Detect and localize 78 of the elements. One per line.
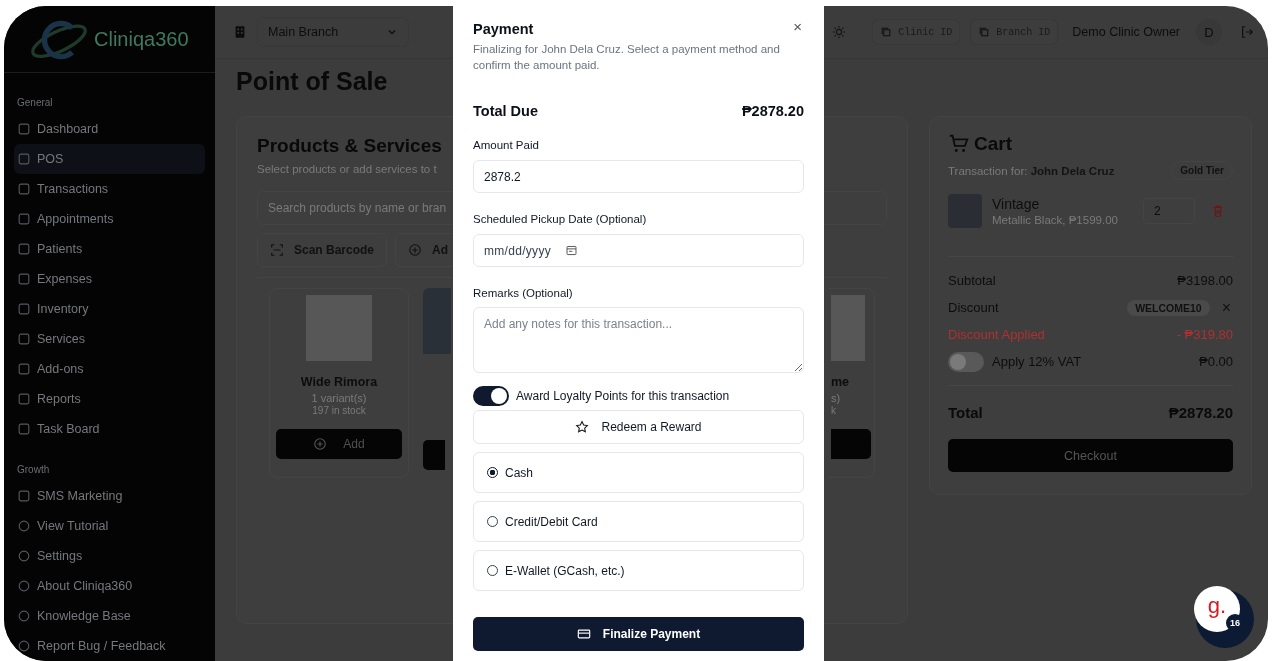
- sidebar-item[interactable]: Inventory: [14, 294, 205, 324]
- add-button[interactable]: Add: [276, 429, 402, 459]
- sidebar-item[interactable]: SMS Marketing: [14, 481, 205, 511]
- sidebar-item[interactable]: Transactions: [14, 174, 205, 204]
- close-button[interactable]: ×: [791, 19, 804, 34]
- sidebar-item[interactable]: About Cliniqa360: [14, 571, 205, 601]
- radio-button[interactable]: [487, 467, 498, 479]
- section-heading: General: [16, 96, 54, 110]
- star-icon: [575, 420, 590, 435]
- nav-icon: [17, 212, 31, 226]
- nav-icon: [17, 362, 31, 376]
- sidebar-item[interactable]: Settings: [14, 541, 205, 571]
- field-label: Scheduled Pickup Date (Optional): [473, 213, 648, 226]
- field-label: Amount Paid: [473, 139, 540, 152]
- variant-count: 1 variant(s): [311, 392, 367, 404]
- credit-card-icon: [576, 627, 591, 642]
- sidebar-item[interactable]: Patients: [14, 234, 205, 264]
- checkout-button[interactable]: Checkout: [948, 439, 1233, 472]
- field-label: Remarks (Optional): [473, 287, 574, 300]
- finalize-payment-button[interactable]: Finalize Payment: [473, 617, 804, 652]
- building-icon: [233, 25, 247, 39]
- nav-icon: [17, 579, 31, 593]
- plus-circle-icon: [408, 243, 423, 257]
- loyalty-label: Award Loyalty Points for this transaction: [516, 389, 730, 404]
- nav-icon: [17, 549, 31, 563]
- nav-icon: [17, 242, 31, 256]
- nav-icon: [17, 272, 31, 286]
- nav-icon: [17, 182, 31, 196]
- vat-toggle[interactable]: [948, 351, 984, 372]
- product-image-placeholder: [306, 295, 372, 361]
- sidebar-item[interactable]: Services: [14, 324, 205, 354]
- product-image-placeholder: [831, 295, 865, 361]
- nav-icon: [17, 152, 31, 166]
- section-heading: Growth: [16, 463, 51, 477]
- nav-icon: [17, 302, 31, 316]
- sidebar-item[interactable]: Add-ons: [14, 354, 205, 384]
- sidebar-item[interactable]: Task Board: [14, 414, 205, 444]
- sidebar-item[interactable]: View Tutorial: [14, 511, 205, 541]
- logo-text: Cliniqa360: [94, 27, 189, 51]
- plus-circle-icon: [313, 437, 328, 451]
- nav-icon: [17, 489, 31, 503]
- sidebar-item[interactable]: Knowledge Base: [14, 601, 205, 631]
- sidebar-item[interactable]: POS: [14, 144, 205, 174]
- total-due-value: ₱2878.20: [741, 103, 804, 120]
- sun-icon[interactable]: [832, 25, 847, 39]
- copy-icon: [978, 26, 991, 38]
- total-due-label: Total Due: [473, 103, 538, 120]
- item-detail: Metallic Black, ₱1599.00: [992, 214, 1119, 226]
- logout-icon[interactable]: [1240, 25, 1254, 39]
- payment-method-option[interactable]: Cash: [473, 452, 804, 494]
- copy-icon: [880, 26, 893, 38]
- nav-icon: [17, 422, 31, 436]
- nav-icon: [17, 392, 31, 406]
- date-field[interactable]: mm/dd/yyyy: [473, 234, 804, 268]
- discount-applied-label: Discount Applied: [948, 327, 1045, 342]
- payment-method-option[interactable]: E-Wallet (GCash, etc.): [473, 550, 804, 592]
- amount-field[interactable]: 2878.2: [473, 160, 804, 194]
- discount-code-chip: WELCOME10: [1127, 299, 1210, 316]
- payment-method-option[interactable]: Credit/Debit Card: [473, 501, 804, 543]
- scan-icon: [270, 243, 284, 257]
- nav-icon: [17, 609, 31, 623]
- nav-icon: [17, 122, 31, 136]
- sidebar-item[interactable]: Expenses: [14, 264, 205, 294]
- sidebar-item[interactable]: Dashboard: [14, 114, 205, 144]
- nav-icon: [17, 639, 31, 653]
- sidebar-item[interactable]: Reports: [14, 384, 205, 414]
- loyalty-toggle[interactable]: [473, 386, 509, 407]
- calendar-icon[interactable]: [565, 244, 578, 258]
- sidebar-item[interactable]: Appointments: [14, 204, 205, 234]
- redeem-reward-button[interactable]: Redeem a Reward: [473, 410, 804, 445]
- dialog-title: Payment: [473, 21, 534, 37]
- remarks-field[interactable]: Add any notes for this transaction...: [473, 307, 804, 374]
- dialog-description: Finalizing for John Dela Cruz. Select a payment method and confirm the amount paid.: [473, 42, 781, 73]
- sidebar-item[interactable]: Report Bug / Feedback: [14, 631, 205, 661]
- discount-applied-value: - ₱319.80: [1176, 327, 1233, 342]
- cart-icon: [948, 133, 970, 155]
- nav-icon: [17, 332, 31, 346]
- nav-icon: [17, 519, 31, 533]
